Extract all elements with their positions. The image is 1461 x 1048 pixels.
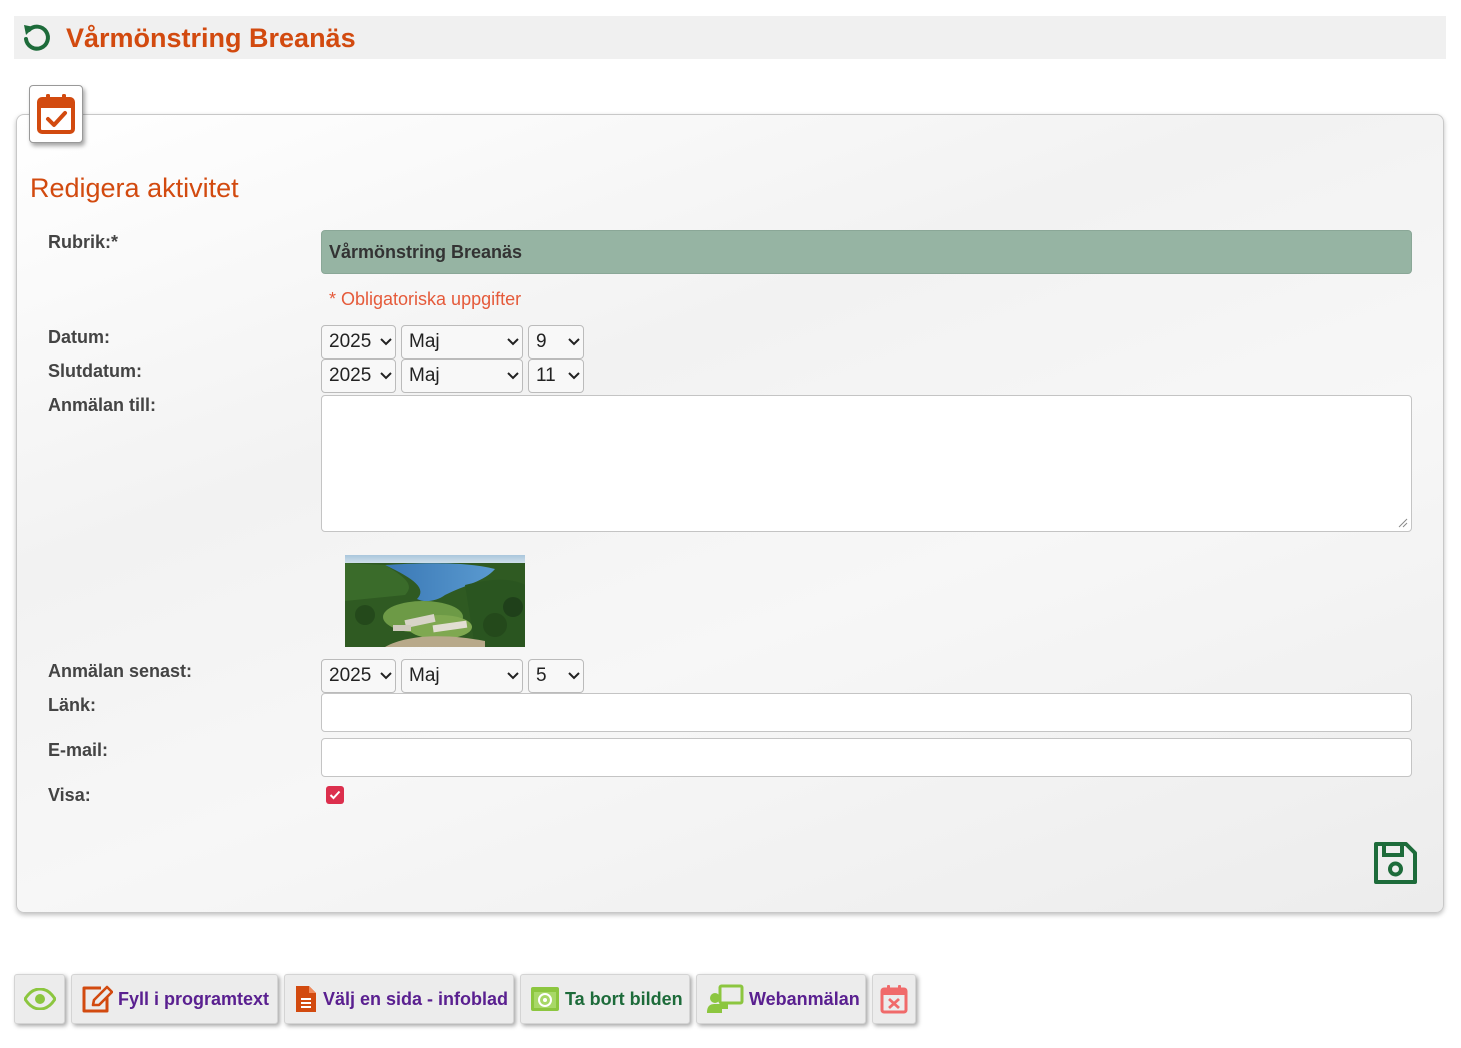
document-icon xyxy=(294,984,318,1014)
datum-year-select[interactable]: 2025 xyxy=(321,325,396,359)
slutdatum-year-value: 2025 xyxy=(329,365,372,386)
required-note: * Obligatoriska uppgifter xyxy=(329,289,522,309)
lank-label: Länk: xyxy=(48,695,97,715)
calendar-delete-icon xyxy=(880,985,908,1014)
save-icon xyxy=(1374,842,1417,884)
datum-month-value: Maj xyxy=(409,331,440,352)
email-input[interactable] xyxy=(321,738,1412,777)
visa-label: Visa: xyxy=(48,785,91,805)
presenter-icon xyxy=(706,984,744,1014)
rubrik-input[interactable] xyxy=(321,230,1412,274)
datum-month-select[interactable]: Maj xyxy=(401,325,523,359)
calendar-check-icon xyxy=(29,85,83,143)
remove-image-label: Ta bort bilden xyxy=(565,988,683,1009)
save-button[interactable] xyxy=(1372,840,1419,886)
chevron-down-icon xyxy=(377,325,395,359)
chevron-down-icon xyxy=(377,659,395,693)
lank-input[interactable] xyxy=(321,693,1412,732)
slutdatum-label: Slutdatum: xyxy=(48,361,142,381)
slutdatum-day-value: 11 xyxy=(536,365,556,386)
anmalan-senast-label: Anmälan senast: xyxy=(48,661,193,681)
anmalan-senast-year-select[interactable]: 2025 xyxy=(321,659,396,693)
choose-page-label: Välj en sida - infoblad xyxy=(323,988,509,1009)
page-header: Vårmönstring Breanäs xyxy=(14,16,1446,59)
webanmalan-label: Webanmälan xyxy=(749,988,860,1009)
anmalan-till-label: Anmälan till: xyxy=(48,395,157,415)
anmalan-senast-day-value: 5 xyxy=(536,665,547,686)
anmalan-till-textarea[interactable] xyxy=(321,395,1412,532)
datum-day-value: 9 xyxy=(536,331,547,352)
remove-image-button[interactable]: Ta bort bilden xyxy=(520,974,690,1024)
fill-programtext-label: Fyll i programtext xyxy=(118,988,270,1009)
fill-programtext-button[interactable]: Fyll i programtext xyxy=(71,974,278,1024)
anmalan-senast-month-value: Maj xyxy=(409,665,440,686)
chevron-down-icon xyxy=(565,659,583,693)
chevron-down-icon xyxy=(377,359,395,393)
rubrik-label: Rubrik:* xyxy=(48,232,119,252)
datum-day-select[interactable]: 9 xyxy=(528,325,584,359)
delete-activity-button[interactable] xyxy=(872,974,916,1024)
chevron-down-icon xyxy=(504,359,522,393)
anmalan-senast-month-select[interactable]: Maj xyxy=(401,659,523,693)
slutdatum-year-select[interactable]: 2025 xyxy=(321,359,396,393)
slutdatum-day-select[interactable]: 11 xyxy=(528,359,584,393)
chevron-down-icon xyxy=(565,359,583,393)
datum-year-value: 2025 xyxy=(329,331,372,352)
preview-button[interactable] xyxy=(14,974,65,1024)
webanmalan-button[interactable]: Webanmälan xyxy=(696,974,866,1024)
reload-icon[interactable] xyxy=(20,21,52,53)
visa-checkbox[interactable] xyxy=(326,786,344,804)
anmalan-senast-year-value: 2025 xyxy=(329,665,372,686)
slutdatum-month-select[interactable]: Maj xyxy=(401,359,523,393)
email-label: E-mail: xyxy=(48,740,109,760)
resize-grip-icon[interactable] xyxy=(1398,518,1408,528)
panel-title: Redigera aktivitet xyxy=(30,173,239,203)
eye-icon xyxy=(23,988,56,1010)
aerial-lake-photo xyxy=(345,555,525,647)
check-icon xyxy=(329,790,341,800)
choose-page-button[interactable]: Välj en sida - infoblad xyxy=(284,974,514,1024)
chevron-down-icon xyxy=(504,325,522,359)
edit-icon xyxy=(81,985,113,1013)
chevron-down-icon xyxy=(504,659,522,693)
anmalan-senast-day-select[interactable]: 5 xyxy=(528,659,584,693)
chevron-down-icon xyxy=(565,325,583,359)
slutdatum-month-value: Maj xyxy=(409,365,440,386)
image-remove-icon xyxy=(530,986,560,1012)
datum-label: Datum: xyxy=(48,327,110,347)
page-title: Vårmönstring Breanäs xyxy=(66,23,356,53)
